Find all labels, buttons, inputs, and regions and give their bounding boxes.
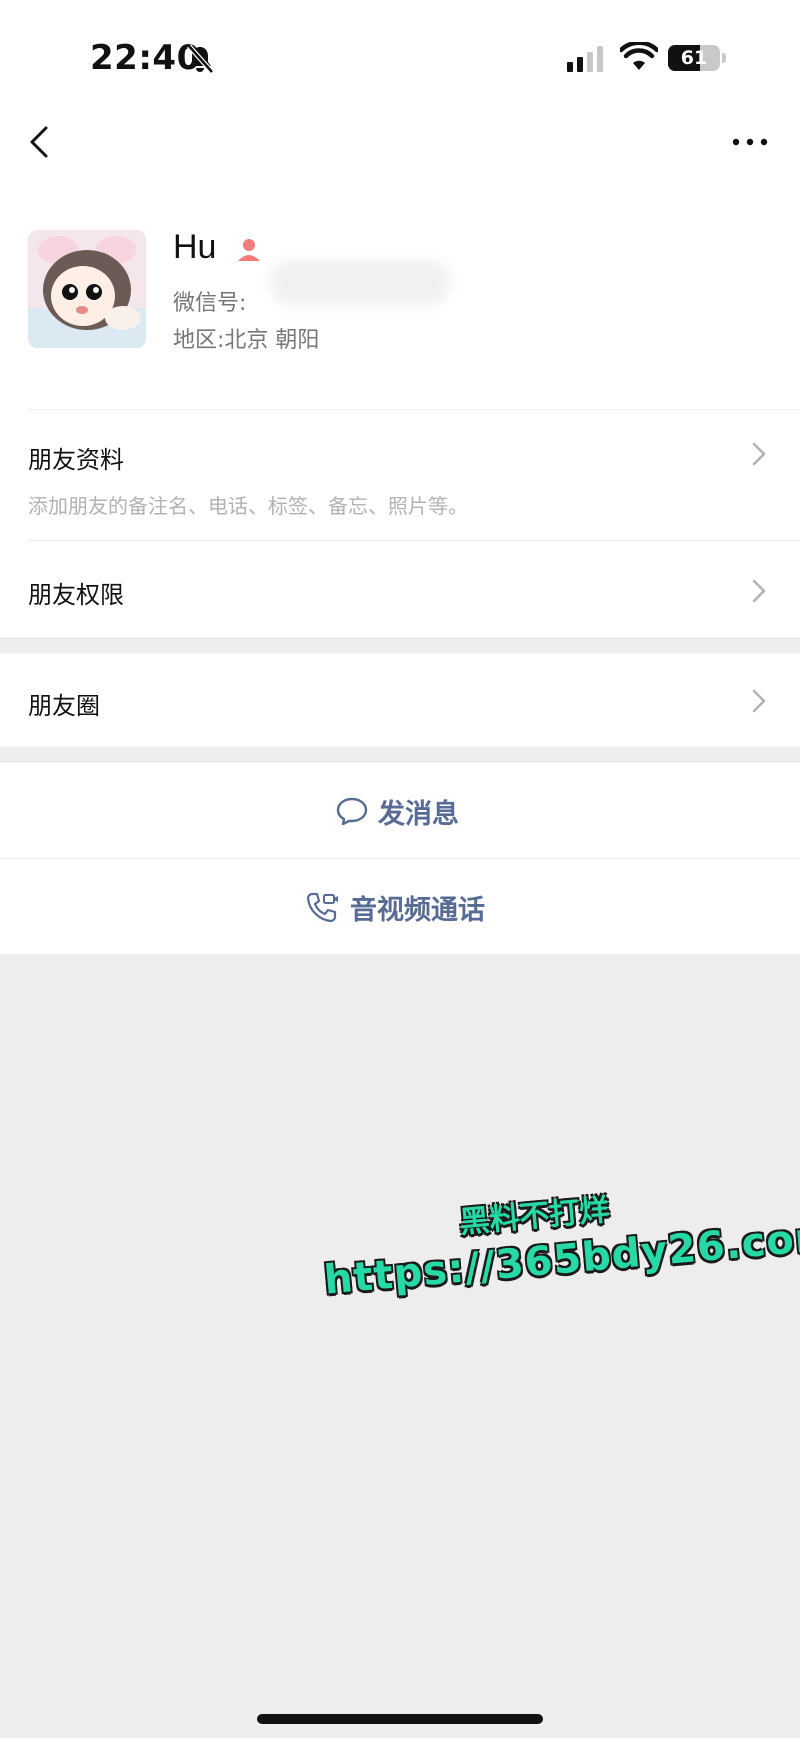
wechat-id-label: 微信号: (173, 291, 247, 316)
send-message-label: 发消息 (378, 799, 459, 830)
avatar[interactable] (28, 230, 146, 348)
region-value: 北京 朝阳 (224, 328, 320, 353)
back-button[interactable] (22, 120, 56, 164)
row-friend-profile[interactable]: 朋友资料 添加朋友的备注名、电话、标签、备忘、照片等。 (0, 410, 800, 540)
row-friend-profile-title: 朋友资料 (28, 446, 124, 474)
female-icon (238, 239, 260, 261)
row-friend-permissions-title: 朋友权限 (28, 581, 124, 609)
chevron-right-icon (752, 689, 766, 713)
bell-off-icon (187, 44, 214, 74)
battery-indicator: 61 (668, 45, 726, 71)
row-friend-permissions[interactable]: 朋友权限 (0, 541, 800, 637)
avatar-image (28, 230, 146, 348)
region: 地区:北京 朝阳 (173, 322, 319, 354)
region-label: 地区: (173, 328, 225, 353)
home-indicator[interactable] (257, 1714, 543, 1724)
row-moments-title: 朋友圈 (28, 692, 100, 720)
chevron-right-icon (752, 442, 766, 466)
video-call-label: 音视频通话 (350, 895, 485, 926)
chevron-right-icon (752, 579, 766, 603)
profile-name: Hu (173, 228, 217, 266)
chat-bubble-icon (336, 797, 368, 826)
cellular-signal-icon (567, 46, 603, 72)
battery-level: 61 (680, 47, 708, 69)
status-time: 22:40 (90, 38, 201, 78)
video-call-button[interactable]: 音视频通话 (0, 859, 800, 954)
more-button[interactable] (728, 128, 772, 156)
row-friend-profile-subtitle: 添加朋友的备注名、电话、标签、备忘、照片等。 (28, 494, 468, 518)
status-bar: 22:40 61 (0, 0, 800, 110)
redacted-wechat-id (270, 260, 450, 306)
wifi-icon (620, 42, 658, 70)
row-moments[interactable]: 朋友圈 (0, 653, 800, 747)
watermark: 黑料不打烊 https://365bdy26.com (318, 1173, 800, 1304)
phone-video-icon (306, 892, 338, 923)
send-message-button[interactable]: 发消息 (0, 763, 800, 858)
